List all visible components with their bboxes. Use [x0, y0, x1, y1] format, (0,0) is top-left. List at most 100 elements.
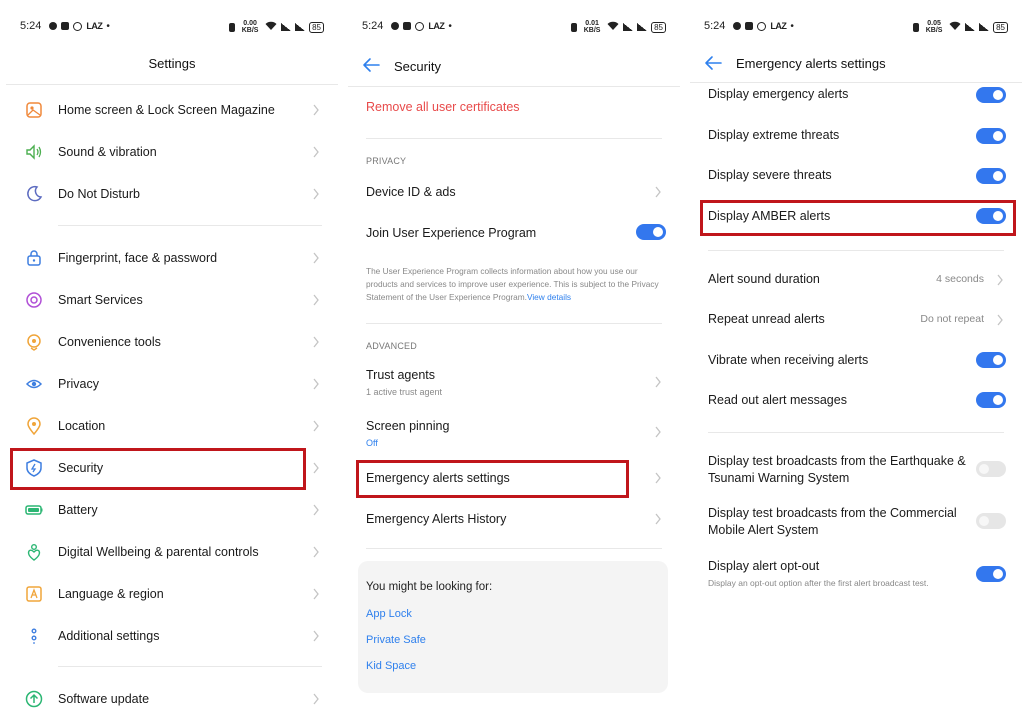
kid-space-link[interactable]: Kid Space [366, 660, 416, 672]
battery-status: 85 [993, 21, 1008, 33]
display-severe-toggle[interactable] [976, 168, 1006, 184]
wifi-icon [607, 21, 619, 34]
notification-icon [403, 22, 412, 30]
notification-icon [745, 22, 754, 30]
home-screen-icon [26, 102, 42, 118]
uep-note: The User Experience Program collects inf… [366, 265, 666, 303]
settings-item-do-not-disturb[interactable]: Do Not Disturb [6, 176, 338, 212]
app-lock-link[interactable]: App Lock [366, 608, 412, 620]
settings-item-label: Additional settings [58, 629, 160, 643]
vibrate-toggle[interactable] [976, 352, 1006, 368]
chevron-right-icon [313, 630, 319, 642]
chevron-right-icon [313, 378, 319, 390]
signal-icon [281, 23, 292, 31]
status-bar: 5:24 LAZ • 0.00 KB/S 85 [20, 18, 324, 38]
settings-item-privacy[interactable]: Privacy [6, 366, 338, 402]
settings-item-label: Software update [58, 692, 150, 706]
emergency-alerts-history-label: Emergency Alerts History [366, 512, 507, 526]
net-speed: 0.05 KB/S [925, 20, 943, 34]
opt-out-label: Display alert opt-out [708, 559, 820, 573]
settings-item-language-region[interactable]: Language & region [6, 576, 338, 612]
settings-item-battery[interactable]: Battery [6, 492, 338, 528]
speaker-icon [26, 144, 42, 160]
settings-item-fingerprint-face-password[interactable]: Fingerprint, face & password [6, 240, 338, 276]
chevron-right-icon [313, 252, 319, 264]
read-out-toggle[interactable] [976, 392, 1006, 408]
screen-pinning-sub: Off [366, 438, 378, 448]
settings-item-software-update[interactable]: Software update [6, 681, 338, 717]
display-emergency-label: Display emergency alerts [708, 87, 849, 101]
instagram-icon [415, 21, 425, 31]
display-extreme-toggle[interactable] [976, 128, 1006, 144]
settings-item-digital-wellbeing-parental-controls[interactable]: Digital Wellbeing & parental controls [6, 534, 338, 570]
instagram-icon [757, 21, 767, 31]
net-speed: 0.01 KB/S [583, 20, 601, 34]
private-safe-link[interactable]: Private Safe [366, 634, 426, 646]
chevron-right-icon [313, 693, 319, 705]
messenger-icon [391, 22, 400, 30]
more-dot-icon: • [448, 20, 452, 32]
status-bar: 5:24 LAZ • 0.01 KB/S 85 [362, 18, 666, 38]
settings-item-label: Do Not Disturb [58, 187, 140, 201]
vibrate-icon [913, 22, 920, 32]
privacy-section-header: PRIVACY [366, 156, 407, 166]
page-title: Settings [148, 56, 196, 71]
opt-out-toggle[interactable] [976, 566, 1006, 582]
settings-item-home-screen-lock-screen-magazine[interactable]: Home screen & Lock Screen Magazine [6, 92, 338, 128]
display-emergency-toggle[interactable] [976, 87, 1006, 103]
net-speed: 0.00 KB/S [241, 20, 259, 34]
signal-icon [623, 23, 634, 31]
screen-pinning-label: Screen pinning [366, 419, 450, 433]
display-extreme-label: Display extreme threats [708, 128, 840, 142]
settings-item-label: Sound & vibration [58, 145, 157, 159]
uep-note-text: The User Experience Program collects inf… [366, 266, 659, 302]
settings-item-smart-services[interactable]: Smart Services [6, 282, 338, 318]
settings-item-sound-vibration[interactable]: Sound & vibration [6, 134, 338, 170]
join-uep-toggle[interactable] [636, 224, 666, 240]
alert-sound-duration-label: Alert sound duration [708, 272, 820, 286]
trust-agents-row[interactable]: Trust agents 1 active trust agent [348, 362, 680, 402]
trust-agents-sub: 1 active trust agent [366, 387, 443, 397]
settings-item-label: Privacy [58, 377, 99, 391]
status-time: 5:24 [20, 20, 42, 32]
more-dot-icon: • [790, 20, 794, 32]
wifi-icon [265, 21, 277, 34]
settings-item-label: Language & region [58, 587, 164, 601]
test-commercial-toggle[interactable] [976, 513, 1006, 529]
battery-status: 85 [651, 21, 666, 33]
settings-screen: 5:24 LAZ • 0.00 KB/S 85 Settings Home sc… [6, 0, 338, 728]
settings-item-label: Battery [58, 503, 98, 517]
battery-status: 85 [309, 21, 324, 33]
screen-pinning-row[interactable]: Screen pinning Off [348, 412, 680, 452]
chevron-right-icon [655, 186, 661, 198]
back-arrow-icon[interactable] [362, 57, 380, 73]
chevron-right-icon [313, 146, 319, 158]
tools-icon [27, 334, 41, 351]
page-title: Security [394, 59, 441, 74]
emergency-alerts-history-row[interactable]: Emergency Alerts History [348, 501, 680, 537]
join-uep-row[interactable]: Join User Experience Program [348, 215, 680, 251]
repeat-unread-label: Repeat unread alerts [708, 312, 825, 326]
read-out-label: Read out alert messages [708, 393, 847, 407]
chevron-right-icon [313, 104, 319, 116]
wellbeing-icon [27, 544, 41, 561]
remove-certificates-link[interactable]: Remove all user certificates [366, 100, 520, 114]
wifi-icon [949, 21, 961, 34]
back-arrow-icon[interactable] [704, 55, 722, 71]
settings-item-additional-settings[interactable]: Additional settings [6, 618, 338, 654]
test-earthquake-toggle[interactable] [976, 461, 1006, 477]
view-details-link[interactable]: View details [527, 292, 571, 302]
update-icon [25, 690, 43, 708]
chevron-right-icon [313, 294, 319, 306]
chevron-right-icon [997, 274, 1003, 286]
device-id-row[interactable]: Device ID & ads [348, 174, 680, 210]
settings-item-location[interactable]: Location [6, 408, 338, 444]
settings-item-convenience-tools[interactable]: Convenience tools [6, 324, 338, 360]
signal-icon [965, 23, 976, 31]
chevron-right-icon [313, 188, 319, 200]
chevron-right-icon [655, 513, 661, 525]
settings-item-label: Convenience tools [58, 335, 161, 349]
messenger-icon [49, 22, 58, 30]
advanced-section-header: ADVANCED [366, 341, 417, 351]
signal-icon-2 [295, 23, 306, 31]
